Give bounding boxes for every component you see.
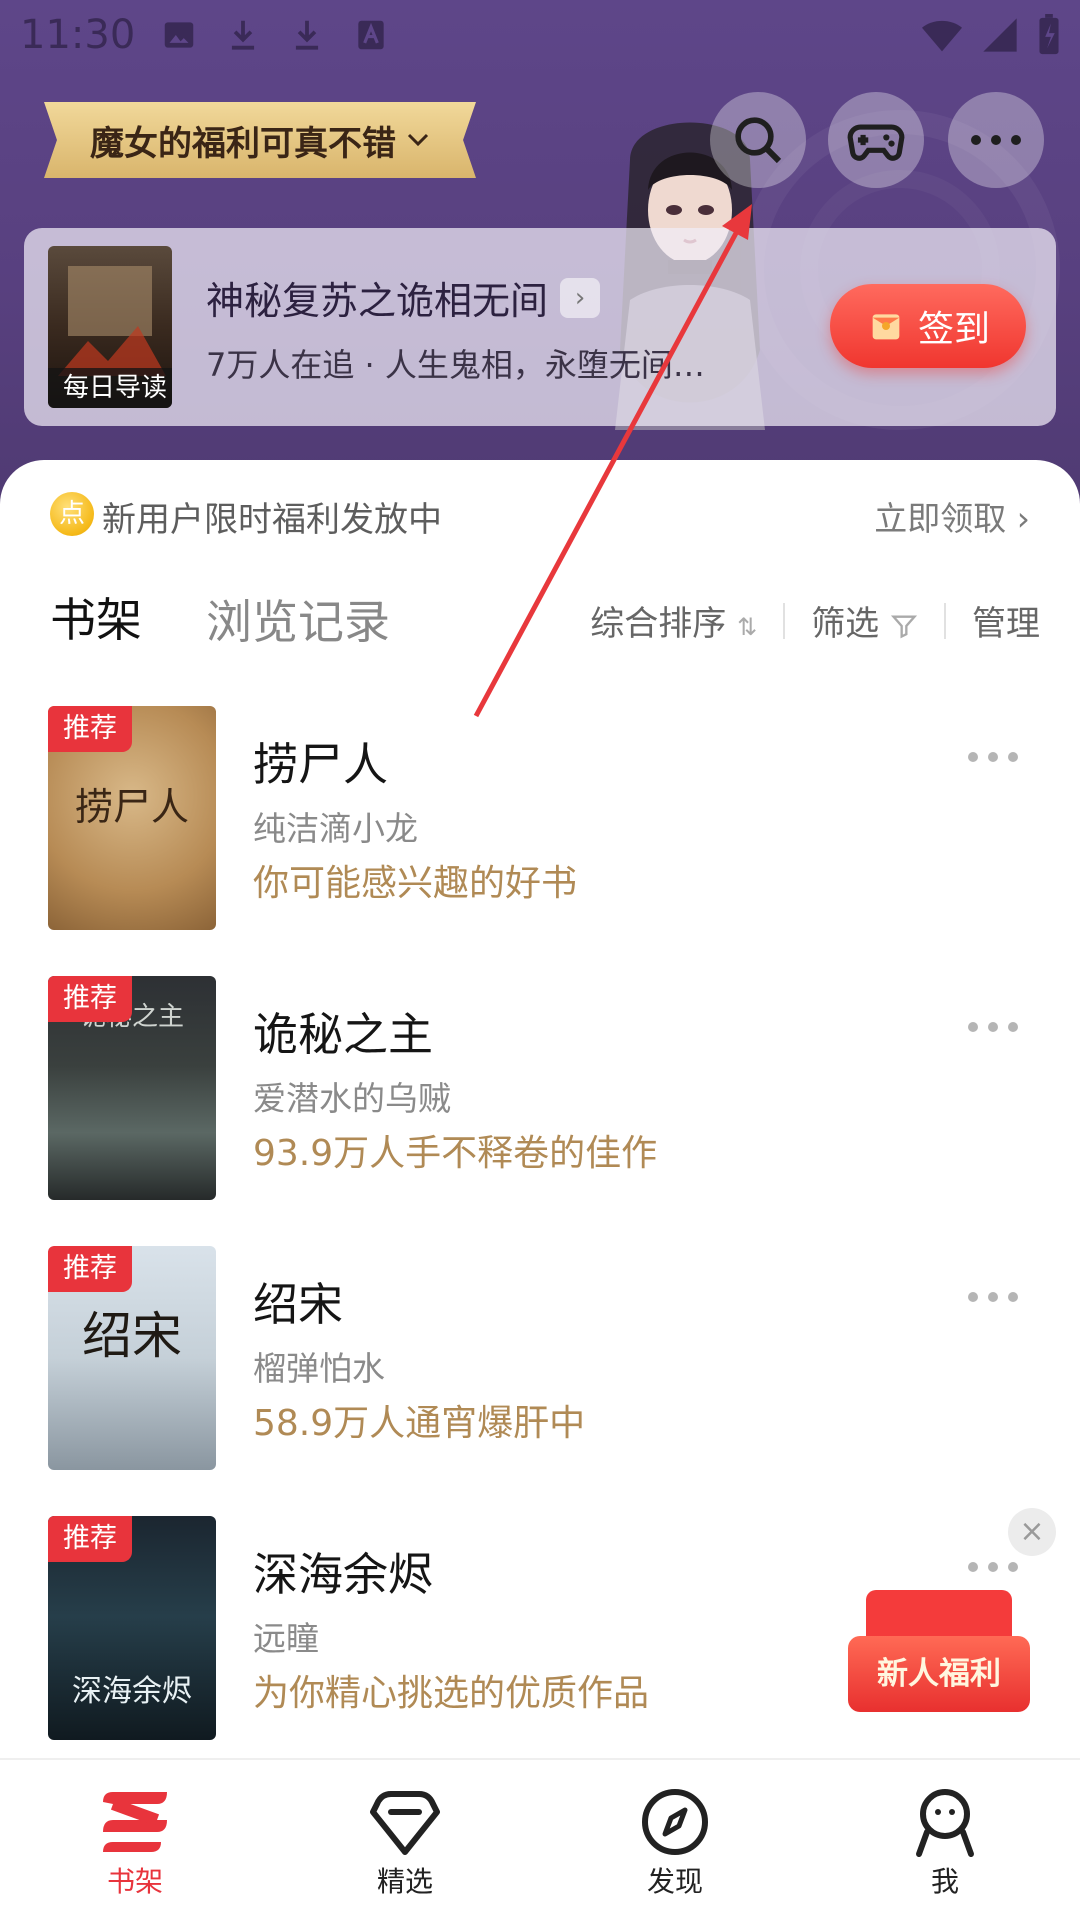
welfare-label: 新人福利 — [848, 1636, 1030, 1712]
person-icon — [916, 1789, 974, 1857]
chevron-right-icon: › — [560, 277, 601, 318]
filter-button[interactable]: 筛选 — [811, 596, 918, 645]
signal-icon — [983, 18, 1017, 52]
new-user-promo[interactable]: 点 新用户限时福利发放中 立即领取 › — [50, 486, 1030, 542]
signin-button[interactable]: 签到 — [830, 284, 1026, 368]
more-options-icon[interactable] — [968, 1562, 1018, 1572]
chevron-down-icon — [406, 125, 430, 155]
font-icon — [352, 16, 390, 54]
nav-featured[interactable]: 精选 — [270, 1760, 540, 1920]
bookshelf-sheet: 点 新用户限时福利发放中 立即领取 › 书架 浏览记录 综合排序 ⇅ 筛选 管理 — [0, 460, 1080, 1760]
book-author: 爱潜水的乌贼 — [253, 1079, 451, 1118]
wifi-icon — [922, 20, 962, 52]
book-description: 58.9万人通宵爆肝中 — [253, 1403, 586, 1444]
more-options-icon[interactable] — [968, 1022, 1018, 1032]
nav-featured-label: 精选 — [376, 1865, 433, 1898]
nav-discover[interactable]: 发现 — [540, 1760, 810, 1920]
sort-label: 综合排序 — [590, 604, 727, 644]
campaign-label: 魔女的福利可真不错 — [90, 123, 396, 164]
search-icon — [735, 117, 782, 164]
book-cover[interactable]: 诡秘之主 推荐 — [48, 976, 216, 1200]
bottom-navigation: 书架 精选 发现 我 — [0, 1758, 1080, 1920]
close-welfare-icon[interactable]: × — [1008, 1508, 1056, 1556]
nav-discover-label: 发现 — [646, 1865, 703, 1898]
download-icon — [224, 16, 262, 54]
filter-icon — [890, 615, 918, 638]
book-title: 绍宋 — [253, 1278, 344, 1331]
book-description: 你可能感兴趣的好书 — [253, 863, 578, 904]
book-author: 远瞳 — [253, 1619, 319, 1658]
recommend-badge: 推荐 — [48, 1246, 132, 1292]
more-button[interactable] — [948, 92, 1044, 188]
promo-text: 新用户限时福利发放中 — [102, 500, 442, 540]
book-cover[interactable]: 捞尸人 推荐 — [48, 706, 216, 930]
search-button[interactable] — [710, 92, 806, 188]
daily-book-title[interactable]: 神秘复苏之诡相无间 › — [206, 270, 601, 325]
daily-reading-card[interactable]: 每日导读 神秘复苏之诡相无间 › 7万人在追 · 人生鬼相，永堕无间… 签到 — [24, 228, 1056, 426]
compass-icon — [642, 1789, 708, 1855]
status-notification-icons — [160, 16, 390, 54]
tab-bookshelf[interactable]: 书架 — [50, 584, 142, 650]
sort-button[interactable]: 综合排序 ⇅ — [590, 596, 757, 645]
daily-book-subtitle: 7万人在追 · 人生鬼相，永堕无间… — [206, 346, 705, 384]
nav-me[interactable]: 我 — [810, 1760, 1080, 1920]
status-system-icons — [920, 14, 1062, 56]
cover-text: 绍宋 — [82, 1307, 182, 1365]
claim-label: 立即领取 — [874, 499, 1007, 538]
book-author: 纯洁滴小龙 — [253, 809, 418, 848]
book-item[interactable]: 诡秘之主 推荐 诡秘之主 爱潜水的乌贼 93.9万人手不释卷的佳作 — [48, 976, 1038, 1200]
daily-cover-tag: 每日导读 — [48, 368, 172, 408]
tab-bar: 书架 浏览记录 综合排序 ⇅ 筛选 管理 — [50, 584, 1040, 654]
game-button[interactable] — [828, 92, 924, 188]
book-description: 为你精心挑选的优质作品 — [253, 1673, 650, 1714]
more-options-icon[interactable] — [968, 752, 1018, 762]
recommend-badge: 推荐 — [48, 976, 132, 1022]
shelf-tools: 综合排序 ⇅ 筛选 管理 — [590, 596, 1040, 645]
download-icon — [288, 16, 326, 54]
diamond-icon — [370, 1791, 440, 1855]
more-options-icon[interactable] — [968, 1292, 1018, 1302]
nav-bookshelf[interactable]: 书架 — [0, 1760, 270, 1920]
recommend-badge: 推荐 — [48, 1516, 132, 1562]
image-icon — [160, 16, 198, 54]
battery-icon — [1039, 14, 1059, 55]
divider — [944, 602, 946, 639]
chevron-right-icon: › — [1016, 499, 1030, 538]
gamepad-icon — [847, 124, 905, 161]
status-time: 11:30 — [20, 12, 136, 58]
book-title: 深海余烬 — [253, 1548, 434, 1601]
book-item[interactable]: 捞尸人 推荐 捞尸人 纯洁滴小龙 你可能感兴趣的好书 — [48, 706, 1038, 930]
book-title: 捞尸人 — [253, 738, 389, 791]
filter-label: 筛选 — [811, 604, 880, 644]
status-bar: 11:30 — [0, 0, 1080, 76]
book-cover[interactable]: 绍宋 推荐 — [48, 1246, 216, 1470]
sort-icon: ⇅ — [737, 613, 758, 641]
campaign-selector[interactable]: 魔女的福利可真不错 — [44, 102, 476, 178]
cover-text: 捞尸人 — [74, 785, 189, 829]
recommend-badge: 推荐 — [48, 706, 132, 752]
manage-button[interactable]: 管理 — [972, 596, 1040, 645]
cover-text: 深海余烬 — [72, 1674, 192, 1709]
more-icon — [971, 135, 1021, 145]
header: 11:30 魔女的福利可真不错 每日导读 神秘复苏之诡相无间 › 7万人在追 ·… — [0, 0, 1080, 520]
coin-icon: 点 — [50, 492, 94, 536]
nav-bookshelf-label: 书架 — [106, 1865, 163, 1898]
tab-history[interactable]: 浏览记录 — [206, 586, 390, 652]
book-cover[interactable]: 深海余烬 推荐 — [48, 1516, 216, 1740]
divider — [783, 602, 786, 639]
claim-link[interactable]: 立即领取 › — [874, 492, 1030, 540]
book-description: 93.9万人手不释卷的佳作 — [253, 1133, 658, 1174]
bookshelf-icon — [103, 1792, 167, 1852]
book-author: 榴弹怕水 — [253, 1349, 385, 1388]
daily-book-cover[interactable]: 每日导读 — [48, 246, 172, 408]
red-envelope-icon — [872, 314, 900, 340]
book-title: 诡秘之主 — [253, 1008, 434, 1061]
tab-bookshelf-label: 书架 — [50, 593, 142, 647]
daily-title-text: 神秘复苏之诡相无间 — [206, 279, 549, 323]
signin-label: 签到 — [917, 309, 990, 350]
new-user-welfare-button[interactable]: 新人福利 — [848, 1590, 1030, 1714]
nav-me-label: 我 — [930, 1865, 959, 1898]
book-item[interactable]: 绍宋 推荐 绍宋 榴弹怕水 58.9万人通宵爆肝中 — [48, 1246, 1038, 1470]
